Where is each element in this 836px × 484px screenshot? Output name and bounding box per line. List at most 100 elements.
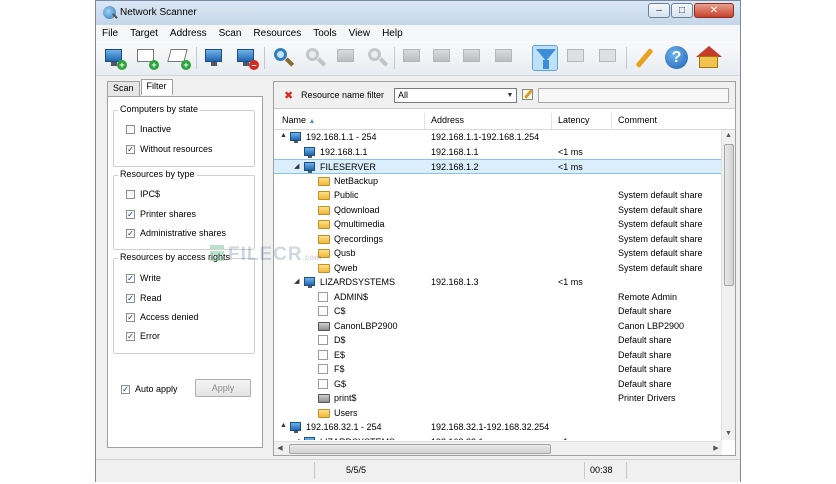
horizontal-scroll-thumb[interactable]	[289, 444, 551, 454]
checkbox[interactable]: ✓	[126, 312, 135, 322]
expand-toggle-icon[interactable]: ▲	[280, 132, 287, 139]
checkbox[interactable]	[126, 189, 135, 199]
edit-resource-button[interactable]	[430, 45, 456, 71]
checkbox-administrative-shares[interactable]: ✓ Administrative shares	[126, 228, 226, 238]
add-computer-button[interactable]: +	[102, 45, 128, 71]
menu-help[interactable]: Help	[376, 28, 409, 39]
horizontal-scrollbar[interactable]: ◀ ▶	[274, 441, 722, 455]
export-button[interactable]	[492, 45, 518, 71]
checkbox-without-resources[interactable]: ✓ Without resources	[126, 144, 213, 154]
add-ip-range-button[interactable]: +	[134, 45, 160, 71]
tree-row[interactable]: Qrecordings System default share	[274, 232, 722, 247]
title-bar[interactable]: Network Scanner – □ ✕	[96, 1, 740, 25]
expand-toggle-icon[interactable]: ◢	[294, 437, 299, 441]
menu-resources[interactable]: Resources	[247, 28, 307, 39]
tree-row[interactable]: Qmultimedia System default share	[274, 217, 722, 232]
start-scan-button[interactable]	[270, 45, 296, 71]
clear-filter-icon[interactable]: ✖	[284, 89, 293, 102]
tree-view-button[interactable]	[564, 45, 590, 71]
checkbox-error[interactable]: ✓ Error	[126, 331, 160, 341]
checkbox[interactable]: ✓	[126, 228, 135, 238]
column-comment[interactable]: Comment	[618, 115, 657, 125]
tree-row[interactable]: CanonLBP2900 Canon LBP2900	[274, 319, 722, 334]
map-drive-button[interactable]	[460, 45, 486, 71]
tree-row[interactable]: C$ Default share	[274, 304, 722, 319]
checkbox[interactable]	[126, 124, 135, 134]
expand-toggle-icon[interactable]: ▲	[280, 422, 287, 429]
column-latency[interactable]: Latency	[558, 115, 590, 125]
cell-name: Qdownload	[334, 204, 380, 215]
tree-row[interactable]: ▲ 192.168.1.1 - 254 192.168.1.1-192.168.1.…	[274, 130, 722, 145]
tree-row[interactable]: G$ Default share	[274, 377, 722, 392]
tree-row[interactable]: ADMIN$ Remote Admin	[274, 290, 722, 305]
help-button[interactable]: ?	[664, 45, 690, 71]
tab-filter[interactable]: Filter	[140, 79, 173, 95]
vertical-scrollbar[interactable]: ▲ ▼	[721, 130, 735, 440]
status-bar: 5/5/5 00:38	[96, 459, 740, 482]
checkbox[interactable]: ✓	[126, 293, 135, 303]
rescan-button[interactable]	[364, 45, 390, 71]
checkbox[interactable]: ✓	[126, 331, 135, 341]
edit-filter-icon[interactable]	[522, 89, 533, 100]
home-button[interactable]	[696, 45, 722, 71]
scroll-down-icon[interactable]: ▼	[722, 428, 735, 440]
tree-row[interactable]: F$ Default share	[274, 362, 722, 377]
vertical-scroll-thumb[interactable]	[724, 144, 734, 286]
checkbox[interactable]: ✓	[121, 384, 130, 394]
edit-target-button[interactable]	[202, 45, 228, 71]
chevron-down-icon[interactable]: ▼	[504, 89, 516, 102]
tree-row[interactable]: print$ Printer Drivers	[274, 391, 722, 406]
tree-row[interactable]: Qdownload System default share	[274, 203, 722, 218]
column-name[interactable]: Name ▲	[282, 115, 315, 125]
expand-toggle-icon[interactable]: ◢	[294, 162, 299, 170]
tree-row[interactable]: Qweb System default share	[274, 261, 722, 276]
menu-tools[interactable]: Tools	[307, 28, 342, 39]
checkbox-auto-apply[interactable]: ✓ Auto apply	[121, 384, 178, 394]
maximize-button[interactable]: □	[671, 3, 693, 18]
scroll-left-icon[interactable]: ◀	[274, 442, 286, 455]
filter-button[interactable]	[532, 45, 558, 71]
list-view-button[interactable]	[596, 45, 622, 71]
checkbox-ipc[interactable]: IPC$	[126, 189, 160, 199]
stop-scan-button[interactable]	[302, 45, 328, 71]
column-address[interactable]: Address	[431, 115, 464, 125]
close-button[interactable]: ✕	[694, 3, 734, 18]
remove-target-button[interactable]: –	[234, 45, 260, 71]
tree-row[interactable]: Public System default share	[274, 188, 722, 203]
resource-filter-dropdown[interactable]: All ▼	[394, 88, 517, 103]
tree-row[interactable]: D$ Default share	[274, 333, 722, 348]
checkbox-inactive[interactable]: Inactive	[126, 124, 171, 134]
tree-row[interactable]: E$ Default share	[274, 348, 722, 363]
tree-row[interactable]: Users	[274, 406, 722, 421]
checkbox-access-denied[interactable]: ✓ Access denied	[126, 312, 199, 322]
menu-address[interactable]: Address	[164, 28, 213, 39]
scroll-up-icon[interactable]: ▲	[722, 130, 735, 142]
tree-row[interactable]: ◢ LIZARDSYSTEMS 192.168.32.1 <1 ms	[274, 435, 722, 441]
tree-row[interactable]: ▲ 192.168.32.1 - 254 192.168.32.1-192.168.…	[274, 420, 722, 435]
expand-toggle-icon[interactable]: ◢	[294, 277, 299, 285]
tab-scan[interactable]: Scan	[107, 81, 140, 97]
tree-row[interactable]: ◢ FILESERVER 192.168.1.2 <1 ms	[274, 159, 722, 174]
checkbox[interactable]: ✓	[126, 209, 135, 219]
checkbox-printer-shares[interactable]: ✓ Printer shares	[126, 209, 196, 219]
filter-text-input[interactable]	[538, 88, 729, 103]
tree-row[interactable]: 192.168.1.1 192.168.1.1 <1 ms	[274, 145, 722, 160]
menu-scan[interactable]: Scan	[213, 28, 248, 39]
add-domain-button[interactable]: +	[166, 45, 192, 71]
tree-row[interactable]: NetBackup	[274, 174, 722, 189]
scan-selected-button[interactable]	[334, 45, 360, 71]
scroll-right-icon[interactable]: ▶	[710, 442, 722, 455]
checkbox[interactable]: ✓	[126, 144, 135, 154]
tree-row[interactable]: ◢ LIZARDSYSTEMS 192.168.1.3 <1 ms	[274, 275, 722, 290]
checkbox-write[interactable]: ✓ Write	[126, 273, 161, 283]
open-resource-button[interactable]	[400, 45, 426, 71]
tree-row[interactable]: Qusb System default share	[274, 246, 722, 261]
menu-target[interactable]: Target	[124, 28, 164, 39]
minimize-button[interactable]: –	[648, 3, 670, 18]
menu-view[interactable]: View	[343, 28, 377, 39]
checkbox-read[interactable]: ✓ Read	[126, 293, 162, 303]
apply-button[interactable]: Apply	[195, 379, 251, 397]
menu-file[interactable]: File	[96, 28, 124, 39]
checkbox[interactable]: ✓	[126, 273, 135, 283]
options-button[interactable]	[632, 45, 658, 71]
